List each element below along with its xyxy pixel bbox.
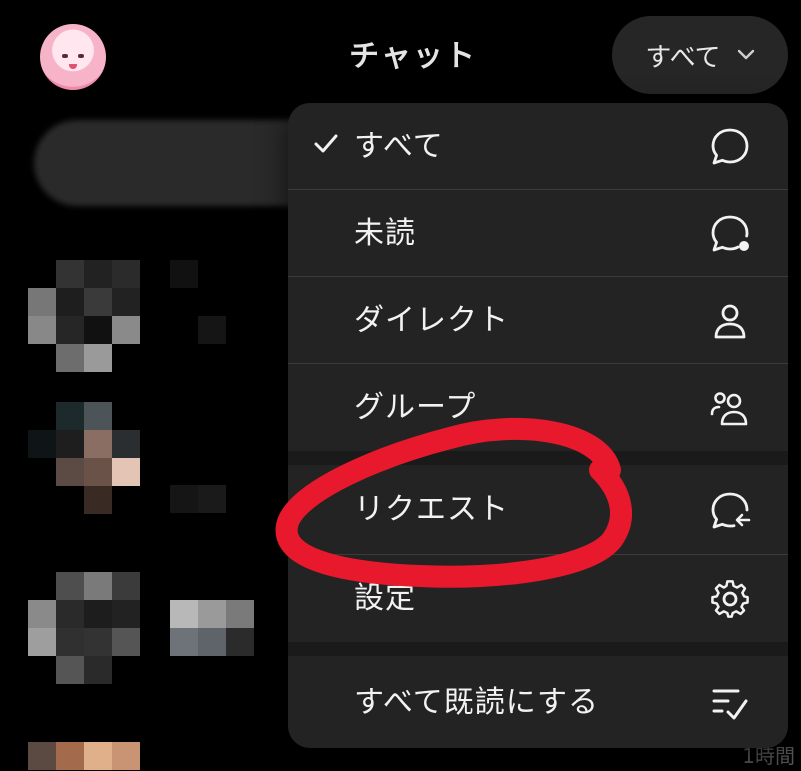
blurred-avatar[interactable] <box>28 260 140 372</box>
chat-bubble-icon <box>711 128 749 165</box>
filter-dropdown-menu: すべて 未読 ダイレクト グループ リクエスト 設定 すべて既読にする <box>288 103 788 748</box>
blurred-avatar[interactable] <box>28 742 140 770</box>
menu-item-label: 設定 <box>354 581 416 616</box>
menu-item-settings[interactable]: 設定 <box>288 555 788 642</box>
blurred-thumbnail <box>170 485 226 513</box>
menu-item-unread[interactable]: 未読 <box>288 190 788 277</box>
menu-separator <box>288 642 788 656</box>
menu-item-all[interactable]: すべて <box>288 103 788 190</box>
menu-item-mark-all-read[interactable]: すべて既読にする <box>288 659 788 746</box>
menu-item-label: 未読 <box>354 216 416 251</box>
blurred-avatar[interactable] <box>28 572 140 684</box>
filter-label: すべて <box>645 42 721 73</box>
chevron-down-icon <box>737 49 754 60</box>
menu-item-label: すべて <box>354 129 444 164</box>
checkmark-icon <box>314 134 338 153</box>
group-icon <box>710 392 748 426</box>
unread-bubble-icon <box>711 215 749 252</box>
filter-dropdown-button[interactable]: すべて <box>612 16 788 94</box>
menu-item-label: すべて既読にする <box>354 685 599 720</box>
blurred-thumbnail <box>170 600 254 656</box>
menu-item-direct[interactable]: ダイレクト <box>288 277 788 364</box>
menu-item-requests[interactable]: リクエスト <box>288 465 788 555</box>
request-bubble-icon <box>711 492 751 529</box>
person-icon <box>714 304 746 339</box>
blurred-avatar[interactable] <box>28 402 140 514</box>
menu-item-label: ダイレクト <box>354 303 509 338</box>
blurred-thumbnail <box>170 260 226 344</box>
menu-item-group[interactable]: グループ <box>288 364 788 451</box>
gear-icon <box>711 580 749 618</box>
mark-all-read-icon <box>712 689 748 720</box>
menu-item-label: リクエスト <box>354 492 509 527</box>
menu-item-label: グループ <box>354 390 477 425</box>
menu-separator <box>288 451 788 465</box>
